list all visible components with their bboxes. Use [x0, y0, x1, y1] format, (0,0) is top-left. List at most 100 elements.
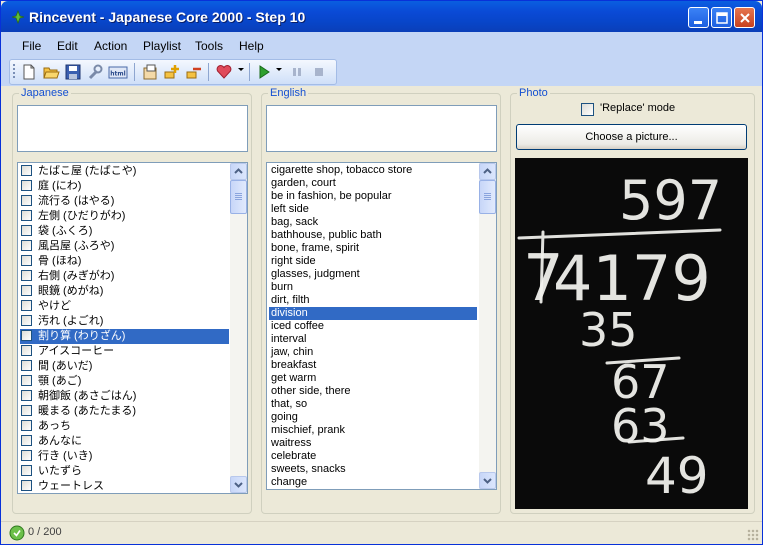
maximize-button[interactable]	[711, 7, 732, 28]
list-item[interactable]: bone, frame, spirit	[269, 242, 477, 255]
item-checkbox[interactable]	[21, 480, 32, 491]
item-checkbox[interactable]	[21, 315, 32, 326]
list-item[interactable]: あっち	[20, 419, 229, 434]
scroll-down-button[interactable]	[230, 476, 247, 493]
item-checkbox[interactable]	[21, 420, 32, 431]
item-checkbox[interactable]	[21, 270, 32, 281]
html-export-icon[interactable]: html	[108, 63, 128, 81]
list-item[interactable]: ウェートレス	[20, 479, 229, 493]
scroll-thumb[interactable]	[479, 180, 496, 214]
list-item[interactable]: 風呂屋 (ふろや)	[20, 239, 229, 254]
list-item[interactable]: 庭 (にわ)	[20, 179, 229, 194]
scroll-thumb[interactable]	[230, 180, 247, 214]
chevron-down-icon[interactable]	[238, 68, 244, 71]
item-checkbox[interactable]	[21, 465, 32, 476]
toolbar-grip[interactable]	[13, 64, 15, 80]
list-item[interactable]: やけど	[20, 299, 229, 314]
menu-file[interactable]: File	[22, 39, 41, 53]
list-item[interactable]: 暖まる (あたたまる)	[20, 404, 229, 419]
list-item[interactable]: 顎 (あご)	[20, 374, 229, 389]
item-checkbox[interactable]	[21, 285, 32, 296]
item-checkbox[interactable]	[21, 210, 32, 221]
replace-mode-label[interactable]: 'Replace' mode	[600, 102, 675, 114]
stop-icon[interactable]	[310, 63, 328, 81]
minimize-button[interactable]	[688, 7, 709, 28]
list-item[interactable]: 朝御飯 (あさごはん)	[20, 389, 229, 404]
list-item[interactable]: あんなに	[20, 434, 229, 449]
play-icon[interactable]	[255, 63, 273, 81]
list-item[interactable]: 右側 (みぎがわ)	[20, 269, 229, 284]
list-item[interactable]: dirt, filth	[269, 294, 477, 307]
list-item[interactable]: iced coffee	[269, 320, 477, 333]
list-item[interactable]: 左側 (ひだりがわ)	[20, 209, 229, 224]
item-checkbox[interactable]	[21, 345, 32, 356]
choose-picture-button[interactable]: Choose a picture...	[516, 124, 747, 150]
list-item[interactable]: 骨 (ほね)	[20, 254, 229, 269]
list-item[interactable]: jaw, chin	[269, 346, 477, 359]
list-item[interactable]: left side	[269, 203, 477, 216]
english-scrollbar[interactable]	[479, 163, 496, 489]
list-item[interactable]: that, so	[269, 398, 477, 411]
item-checkbox[interactable]	[21, 405, 32, 416]
english-input[interactable]	[266, 105, 497, 152]
list-item[interactable]: 流行る (はやる)	[20, 194, 229, 209]
japanese-scrollbar[interactable]	[230, 163, 247, 493]
list-item[interactable]: change	[269, 476, 477, 489]
remove-item-icon[interactable]	[185, 63, 203, 81]
import-icon[interactable]	[141, 63, 159, 81]
item-checkbox[interactable]	[21, 300, 32, 311]
list-item[interactable]: 袋 (ふくろ)	[20, 224, 229, 239]
list-item[interactable]: 汚れ (よごれ)	[20, 314, 229, 329]
close-button[interactable]	[734, 7, 755, 28]
list-item[interactable]: waitress	[269, 437, 477, 450]
menu-action[interactable]: Action	[94, 39, 127, 53]
list-item[interactable]: アイスコーヒー	[20, 344, 229, 359]
new-file-icon[interactable]	[20, 63, 38, 81]
list-item[interactable]: interval	[269, 333, 477, 346]
list-item[interactable]: breakfast	[269, 359, 477, 372]
english-list[interactable]: cigarette shop, tobacco store garden, cou…	[266, 162, 497, 490]
list-item[interactable]: いたずら	[20, 464, 229, 479]
scroll-up-button[interactable]	[230, 163, 247, 180]
pause-icon[interactable]	[288, 63, 306, 81]
item-checkbox[interactable]	[21, 435, 32, 446]
save-icon[interactable]	[64, 63, 82, 81]
list-item[interactable]: other side, there	[269, 385, 477, 398]
open-folder-icon[interactable]	[42, 63, 60, 81]
scroll-up-button[interactable]	[479, 163, 496, 180]
list-item[interactable]: bathhouse, public bath	[269, 229, 477, 242]
menu-tools[interactable]: Tools	[195, 39, 223, 53]
japanese-input[interactable]	[17, 105, 248, 152]
item-checkbox[interactable]	[21, 180, 32, 191]
list-item[interactable]: 行き (いき)	[20, 449, 229, 464]
list-item[interactable]: glasses, judgment	[269, 268, 477, 281]
item-checkbox[interactable]	[21, 375, 32, 386]
list-item[interactable]: 眼鏡 (めがね)	[20, 284, 229, 299]
list-item[interactable]: right side	[269, 255, 477, 268]
item-checkbox[interactable]	[21, 390, 32, 401]
item-checkbox[interactable]	[21, 450, 32, 461]
heart-icon[interactable]	[215, 63, 233, 81]
list-item[interactable]: 間 (あいだ)	[20, 359, 229, 374]
menu-playlist[interactable]: Playlist	[143, 39, 181, 53]
replace-mode-checkbox[interactable]	[581, 103, 594, 116]
list-item[interactable]: burn	[269, 281, 477, 294]
list-item[interactable]: get warm	[269, 372, 477, 385]
list-item[interactable]: sweets, snacks	[269, 463, 477, 476]
list-item[interactable]: division	[269, 307, 477, 320]
chevron-down-icon[interactable]	[276, 68, 282, 71]
item-checkbox[interactable]	[21, 360, 32, 371]
menu-edit[interactable]: Edit	[57, 39, 78, 53]
scroll-down-button[interactable]	[479, 472, 496, 489]
list-item[interactable]: garden, court	[269, 177, 477, 190]
list-item[interactable]: be in fashion, be popular	[269, 190, 477, 203]
add-item-icon[interactable]	[163, 63, 181, 81]
resize-grip[interactable]	[747, 529, 759, 541]
list-item[interactable]: cigarette shop, tobacco store	[269, 164, 477, 177]
list-item[interactable]: mischief, prank	[269, 424, 477, 437]
title-bar[interactable]: Rincevent - Japanese Core 2000 - Step 10	[1, 1, 762, 32]
japanese-list[interactable]: たばこ屋 (たばこや) 庭 (にわ) 流行る (はやる) 左側 (ひだりがわ) 袋 (ふ…	[17, 162, 248, 494]
wrench-icon[interactable]	[86, 63, 104, 81]
item-checkbox[interactable]	[21, 165, 32, 176]
item-checkbox[interactable]	[21, 195, 32, 206]
